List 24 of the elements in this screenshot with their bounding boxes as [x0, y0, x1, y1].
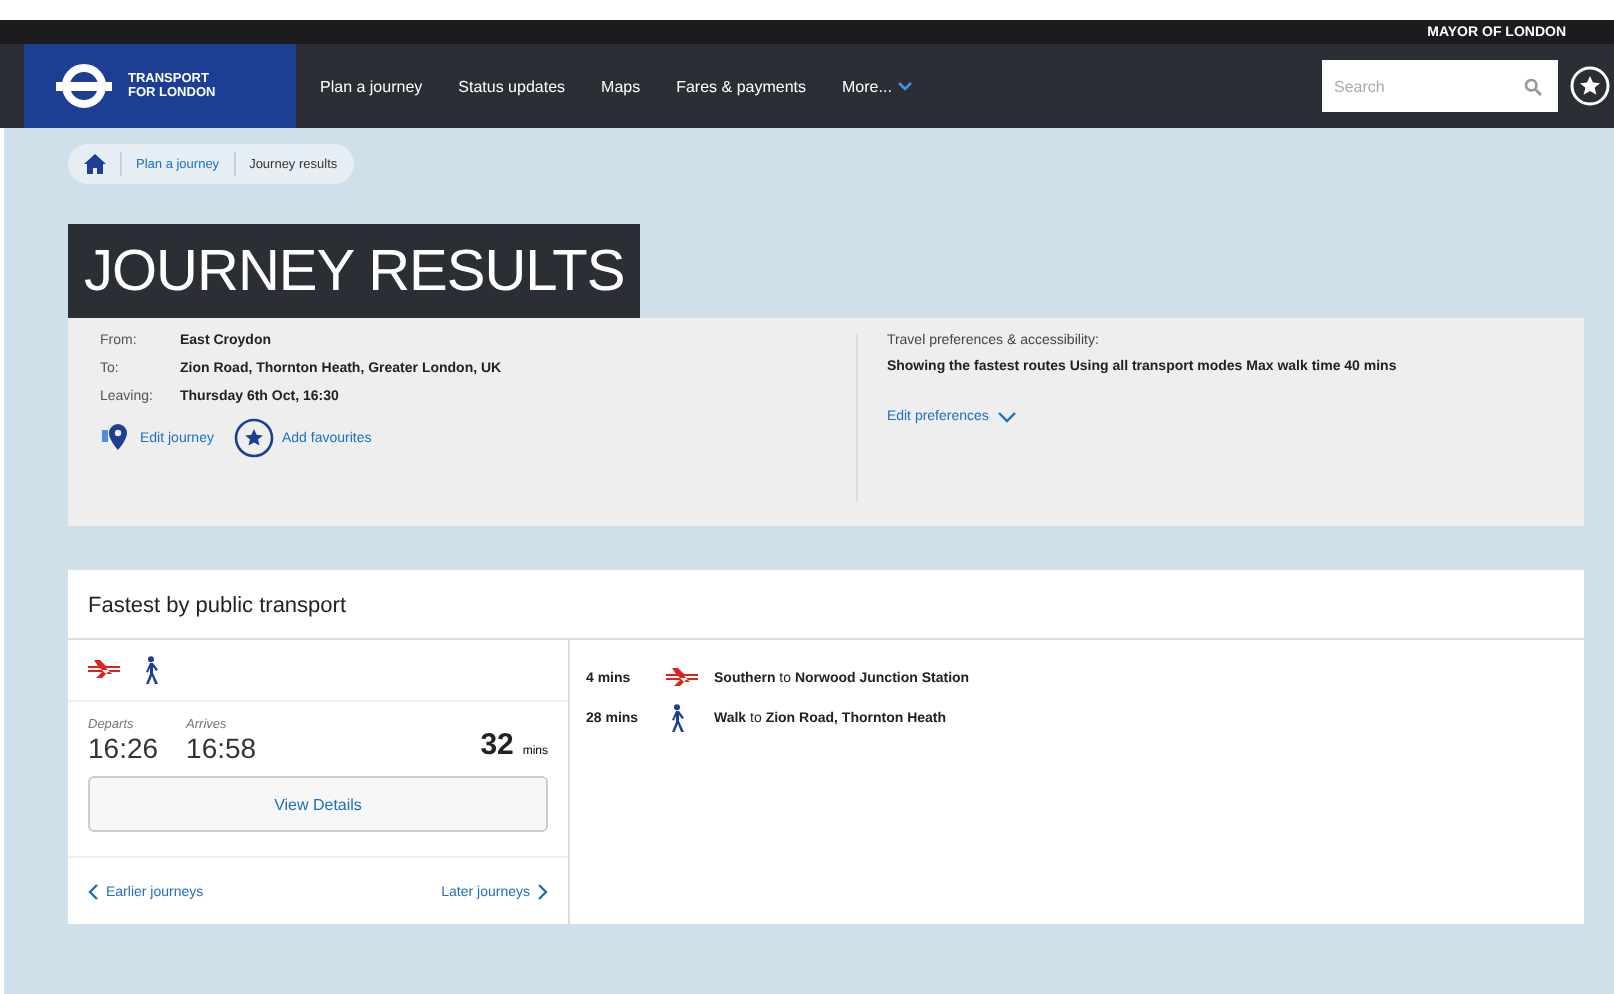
star-circle-icon[interactable] [1570, 66, 1610, 106]
rail-icon [666, 668, 698, 688]
rail-icon [88, 660, 120, 680]
nav-link[interactable]: More... [842, 77, 912, 95]
map-pin-icon [100, 422, 132, 454]
departure-time: 16:26 [88, 732, 159, 764]
chevron-left-icon [88, 884, 98, 900]
result-heading: Fastest by public transport [68, 570, 1584, 640]
search-icon [1524, 78, 1542, 96]
home-icon[interactable] [84, 154, 106, 174]
chevron-down-icon [998, 411, 1017, 424]
chevron-right-icon [538, 884, 548, 900]
page-title: JOURNEY RESULTS [68, 224, 641, 318]
nav-link[interactable]: Status updates [458, 77, 566, 95]
search-field[interactable]: Search [1322, 60, 1558, 112]
walking-person-icon [140, 656, 160, 684]
nav-link[interactable]: Fares & payments [676, 77, 807, 95]
star-circle-icon [233, 418, 274, 458]
walking-person-icon [666, 704, 686, 732]
nav-link[interactable]: Plan a journey [320, 77, 423, 95]
roundel-icon [52, 62, 116, 110]
arrival-time: 16:58 [186, 732, 257, 764]
view-details-button[interactable]: View Details [88, 776, 548, 832]
nav-link[interactable]: Maps [601, 77, 641, 95]
